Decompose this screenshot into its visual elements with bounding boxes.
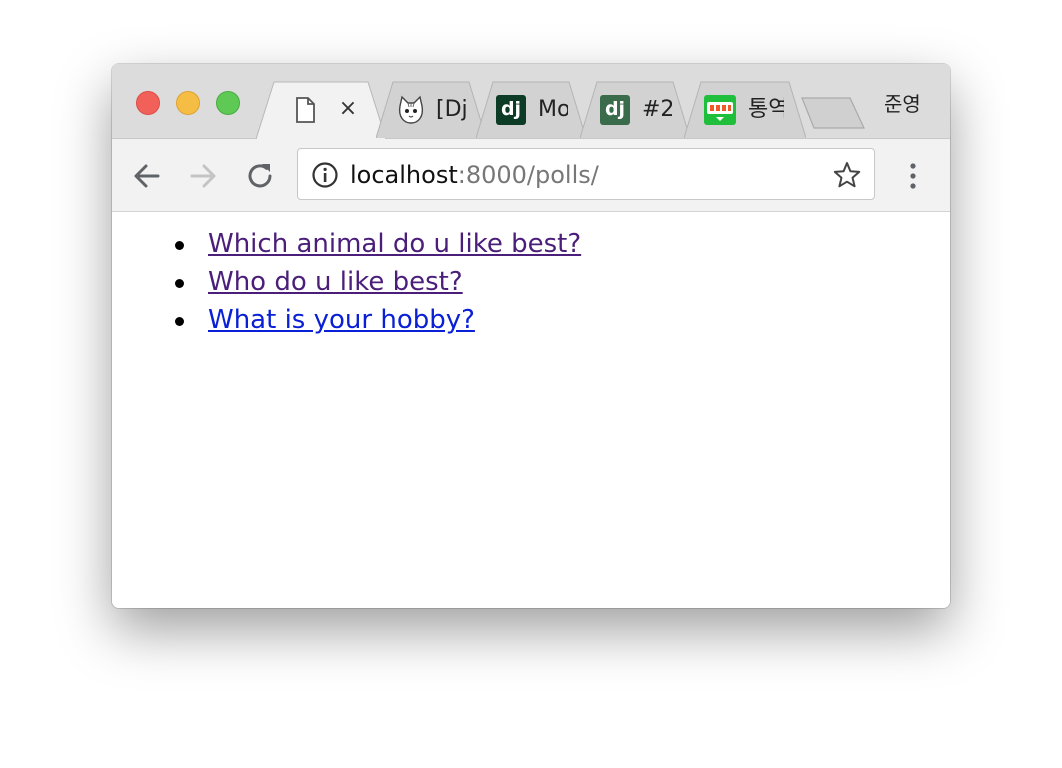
list-item: Which animal do u like best?	[172, 227, 581, 265]
tab-4[interactable]: dj #2	[580, 81, 690, 139]
django-icon: dj	[496, 95, 526, 125]
profile-name[interactable]: 준영	[884, 88, 921, 117]
list-item: What is your hobby?	[172, 303, 581, 341]
cat-icon	[396, 95, 426, 125]
info-icon[interactable]	[311, 161, 339, 189]
page-icon	[290, 95, 320, 125]
bookmark-star-icon[interactable]	[832, 160, 862, 190]
tab-active[interactable]: ×	[256, 81, 386, 139]
bullet	[175, 279, 184, 288]
tab-title: [Dj	[436, 97, 468, 122]
reload-icon[interactable]	[243, 159, 277, 193]
url-host: localhost	[350, 161, 458, 189]
address-bar[interactable]: localhost:8000/polls/	[297, 148, 875, 200]
tab-5[interactable]: 통역	[684, 81, 806, 139]
poll-link[interactable]: Which animal do u like best?	[208, 229, 581, 259]
toolbar: localhost:8000/polls/	[112, 139, 950, 212]
tab-2[interactable]: [Dj	[376, 81, 486, 139]
browser-window: × [Dj dj Mo dj #2 통역 준영 localhost:8000/p…	[112, 64, 950, 608]
tab-title: #2	[642, 97, 672, 122]
more-menu-icon[interactable]	[898, 159, 928, 193]
new-tab-button[interactable]	[800, 96, 866, 130]
forward-icon[interactable]	[186, 159, 220, 193]
url-text[interactable]: localhost:8000/polls/	[350, 160, 599, 190]
page-content: Which animal do u like best? Who do u li…	[112, 212, 950, 608]
poll-list: Which animal do u like best? Who do u li…	[172, 227, 581, 341]
url-path: :8000/polls/	[457, 161, 599, 189]
zoom-window-button[interactable]	[216, 91, 240, 115]
tab-strip: × [Dj dj Mo dj #2 통역 준영	[112, 64, 950, 139]
minimize-window-button[interactable]	[176, 91, 200, 115]
bullet	[175, 317, 184, 326]
back-icon[interactable]	[130, 159, 164, 193]
poll-link[interactable]: Who do u like best?	[208, 267, 463, 297]
tab-title: 통역	[748, 97, 784, 122]
django-icon: dj	[600, 95, 630, 125]
tab-title: Mo	[538, 97, 568, 122]
tab-3[interactable]: dj Mo	[476, 81, 586, 139]
tab-close-button[interactable]: ×	[334, 94, 362, 124]
blog-icon	[704, 95, 736, 125]
poll-link[interactable]: What is your hobby?	[208, 305, 475, 335]
bullet	[175, 241, 184, 250]
list-item: Who do u like best?	[172, 265, 581, 303]
close-window-button[interactable]	[136, 91, 160, 115]
